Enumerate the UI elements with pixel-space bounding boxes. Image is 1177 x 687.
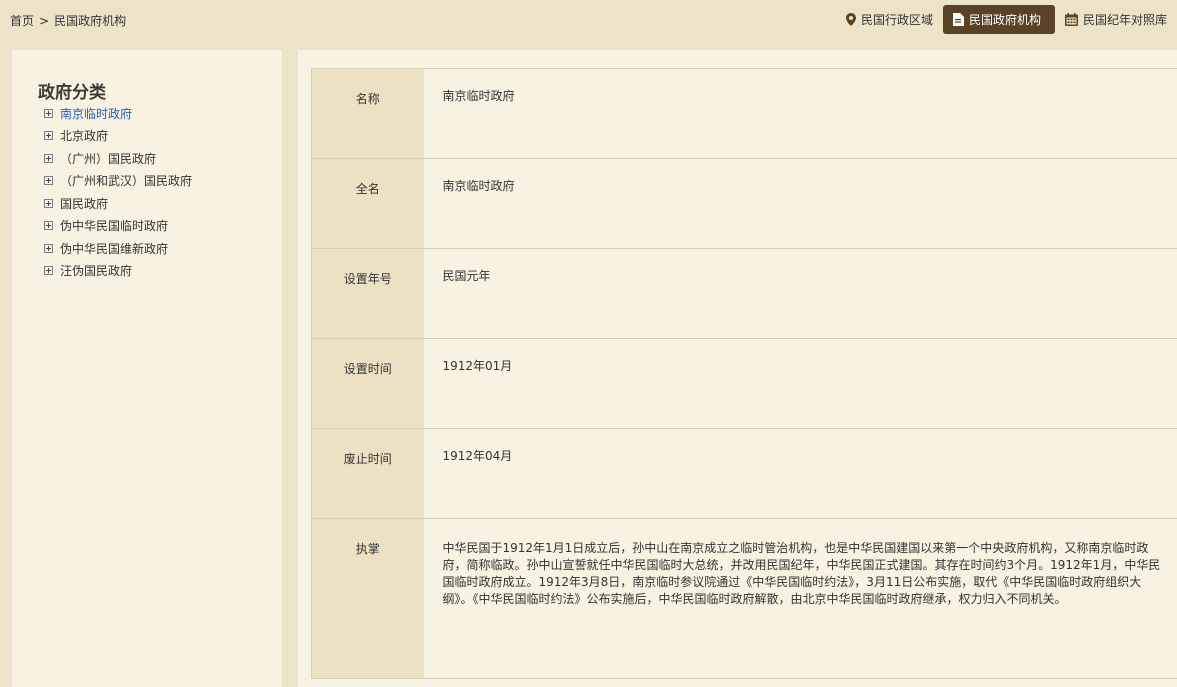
detail-label: 全名 <box>311 158 424 249</box>
detail-label: 设置年号 <box>311 248 424 339</box>
detail-table: 名称 南京临时政府 全名 南京临时政府 设置年号 民国元年 设置时间 1912年… <box>311 68 1177 679</box>
tree-item[interactable]: （广州和武汉）国民政府 <box>44 170 192 193</box>
detail-value: 南京临时政府 <box>423 158 1177 249</box>
detail-row-established: 设置时间 1912年01月 <box>311 338 1177 429</box>
expand-plus-icon[interactable] <box>44 221 53 231</box>
detail-value: 民国元年 <box>423 248 1177 339</box>
detail-row-full-name: 全名 南京临时政府 <box>311 158 1177 249</box>
nav-item-label: 民国纪年对照库 <box>1082 13 1167 27</box>
breadcrumb-current: 民国政府机构 <box>54 14 127 28</box>
breadcrumb-separator: > <box>39 13 50 28</box>
category-tree: 南京临时政府 北京政府 （广州）国民政府 （广州和武汉）国民政府 国民政府 伪中… <box>44 102 192 282</box>
nav-item-gov-agencies[interactable]: 民国政府机构 <box>942 5 1055 34</box>
document-icon <box>952 13 964 26</box>
tree-item[interactable]: 汪伪国民政府 <box>44 260 192 283</box>
detail-label: 名称 <box>311 68 424 159</box>
tree-item-label: 伪中华民国临时政府 <box>60 219 169 234</box>
tree-item-label: 国民政府 <box>60 196 109 211</box>
detail-row-name: 名称 南京临时政府 <box>311 68 1177 159</box>
detail-value: 1912年01月 <box>423 338 1177 429</box>
expand-plus-icon[interactable] <box>44 198 53 208</box>
expand-plus-icon[interactable] <box>44 108 53 118</box>
detail-label: 执掌 <box>311 518 424 679</box>
tree-item[interactable]: （广州）国民政府 <box>44 147 192 170</box>
detail-label: 设置时间 <box>311 338 424 429</box>
expand-plus-icon[interactable] <box>44 243 53 253</box>
nav-item-label: 民国政府机构 <box>968 13 1041 27</box>
expand-plus-icon[interactable] <box>44 153 53 163</box>
expand-plus-icon[interactable] <box>44 266 53 276</box>
detail-row-responsibilities: 执掌 中华民国于1912年1月1日成立后，孙中山在南京成立之临时管治机构，也是中… <box>311 518 1177 679</box>
detail-value: 南京临时政府 <box>423 68 1177 159</box>
tree-item-label: 北京政府 <box>60 129 109 144</box>
detail-row-abolished: 废止时间 1912年04月 <box>311 428 1177 519</box>
calendar-icon <box>1064 13 1078 26</box>
sidebar: 政府分类 南京临时政府 北京政府 （广州）国民政府 （广州和武汉）国民政府 国民… <box>12 50 282 687</box>
top-bar: 首页 > 民国政府机构 民国行政区域 民国政府机构 民国纪年对照库 <box>0 0 1177 40</box>
detail-value: 中华民国于1912年1月1日成立后，孙中山在南京成立之临时管治机构，也是中华民国… <box>423 518 1177 679</box>
detail-panel: 名称 南京临时政府 全名 南京临时政府 设置年号 民国元年 设置时间 1912年… <box>298 50 1177 687</box>
detail-row-era-name: 设置年号 民国元年 <box>311 248 1177 339</box>
top-nav: 民国行政区域 民国政府机构 民国纪年对照库 <box>836 5 1177 34</box>
nav-item-admin-regions[interactable]: 民国行政区域 <box>836 5 943 34</box>
expand-plus-icon[interactable] <box>44 131 53 141</box>
breadcrumb-home-link[interactable]: 首页 <box>10 12 34 29</box>
sidebar-title: 政府分类 <box>38 83 106 103</box>
tree-item[interactable]: 北京政府 <box>44 125 192 148</box>
tree-item-label: （广州和武汉）国民政府 <box>60 174 193 189</box>
detail-value: 1912年04月 <box>423 428 1177 519</box>
tree-item-label: 汪伪国民政府 <box>60 264 133 279</box>
tree-item[interactable]: 南京临时政府 <box>44 102 192 125</box>
nav-item-label: 民国行政区域 <box>860 13 933 27</box>
breadcrumb: 首页 > 民国政府机构 <box>10 12 126 29</box>
tree-item[interactable]: 伪中华民国临时政府 <box>44 215 192 238</box>
tree-item-label: 南京临时政府 <box>60 106 133 121</box>
tree-item[interactable]: 伪中华民国维新政府 <box>44 237 192 260</box>
expand-plus-icon[interactable] <box>44 176 53 186</box>
detail-label: 废止时间 <box>311 428 424 519</box>
tree-item-label: （广州）国民政府 <box>60 151 157 166</box>
nav-item-calendar-table[interactable]: 民国纪年对照库 <box>1055 5 1177 34</box>
tree-item[interactable]: 国民政府 <box>44 192 192 215</box>
map-pin-icon <box>845 13 856 26</box>
tree-item-label: 伪中华民国维新政府 <box>60 241 169 256</box>
